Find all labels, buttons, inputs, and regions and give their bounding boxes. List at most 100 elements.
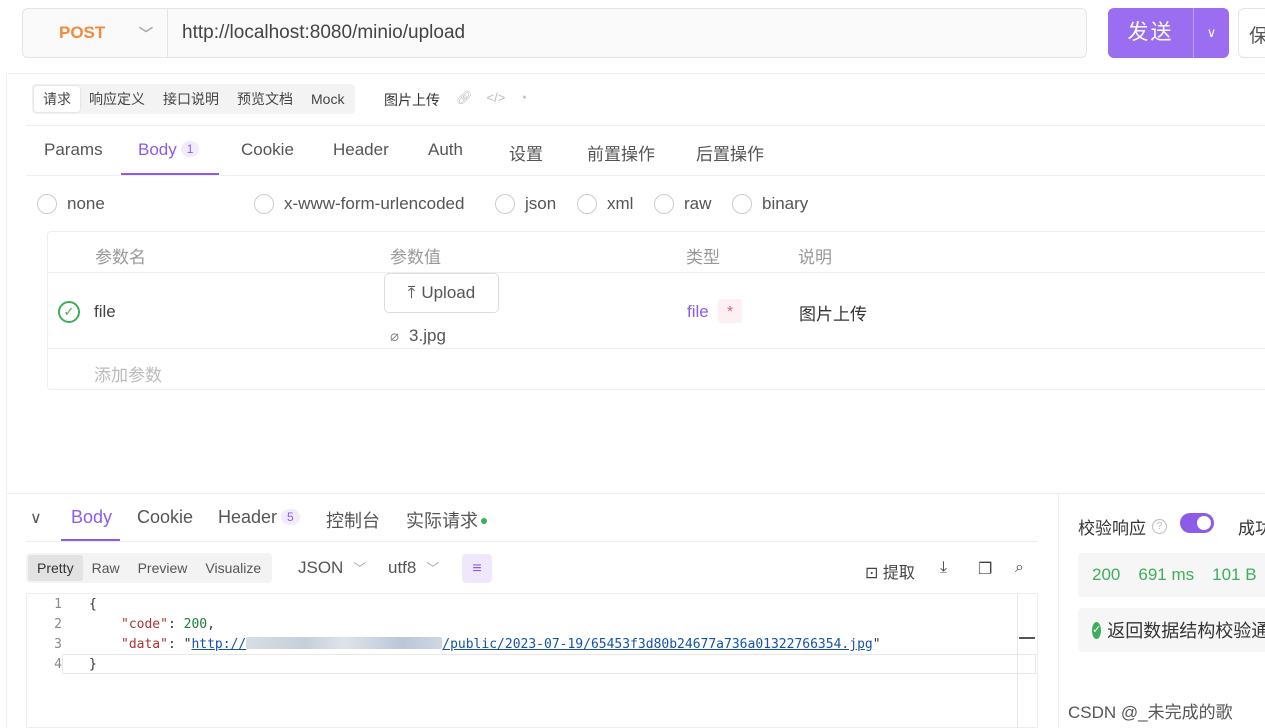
doc-tab-response-def[interactable]: 响应定义 (80, 86, 154, 112)
param-name[interactable]: file (94, 302, 116, 322)
radio-dot (254, 194, 274, 214)
view-preview[interactable]: Preview (129, 555, 197, 581)
send-label: 发送 (1108, 8, 1194, 58)
tab-pre-actions[interactable]: 前置操作 (587, 140, 655, 165)
chevron-down-icon[interactable]: ∨ (30, 508, 42, 528)
code-open-brace: { (89, 597, 97, 612)
radio-dot (577, 194, 597, 214)
chevron-down-icon: ﹀ (426, 561, 440, 576)
redacted-host (246, 637, 443, 649)
copy-icon[interactable]: ❐ (978, 559, 992, 579)
radio-label: xml (607, 194, 634, 213)
response-tab-console[interactable]: 控制台 (326, 507, 380, 533)
json-number: 200 (183, 617, 208, 632)
response-tab-cookie[interactable]: Cookie (137, 507, 193, 528)
tab-settings[interactable]: 设置 (509, 140, 543, 165)
json-url[interactable]: http:// /public/2023-07-19/65453f3d80b246… (191, 637, 873, 652)
tab-header[interactable]: Header (333, 140, 389, 160)
format-select[interactable]: JSON ﹀ (298, 558, 366, 578)
extract-button[interactable]: ⊡ 提取 (865, 559, 915, 583)
column-header-desc: 说明 (798, 248, 832, 267)
radio-none[interactable]: none (37, 194, 105, 214)
encoding-select[interactable]: utf8 ﹀ (388, 558, 439, 578)
view-pretty[interactable]: Pretty (28, 555, 83, 581)
divider (6, 73, 1265, 74)
radio-raw[interactable]: raw (654, 194, 711, 214)
tab-auth[interactable]: Auth (428, 140, 463, 160)
tab-post-actions[interactable]: 后置操作 (696, 140, 764, 165)
response-tab-header[interactable]: Header 5 (218, 507, 300, 528)
view-raw[interactable]: Raw (83, 555, 129, 581)
radio-label: none (67, 194, 105, 213)
code-line: "code": 200, (121, 617, 215, 632)
line-number: 2 (54, 617, 62, 632)
url-input[interactable]: http://localhost:8080/minio/upload (168, 22, 465, 44)
radio-label: json (525, 194, 557, 213)
divider (6, 73, 7, 728)
verify-toggle[interactable] (1180, 513, 1214, 533)
json-key: "data" (121, 637, 168, 652)
save-button[interactable]: 保 (1238, 8, 1265, 58)
doc-tab-preview-doc[interactable]: 预览文档 (228, 86, 302, 112)
divider (6, 493, 1265, 494)
validation-message: 返回数据结构校验通过 (1107, 621, 1265, 641)
api-title[interactable]: 图片上传 (384, 90, 440, 110)
column-header-value: 参数值 (390, 248, 441, 267)
url-prefix: http:// (191, 637, 247, 652)
verify-label: 校验响应 (1078, 519, 1146, 538)
radio-xml[interactable]: xml (577, 194, 633, 214)
scrollbar[interactable] (1017, 594, 1018, 728)
divider (26, 175, 1265, 176)
chevron-down-icon: ﹀ (353, 561, 367, 576)
doc-icons: 🔗︎ </> ◔ (456, 90, 527, 106)
method-select[interactable]: POST ﹀ (23, 9, 168, 57)
format-value: JSON (298, 558, 344, 577)
radio-binary[interactable]: binary (732, 194, 808, 214)
extract-label: 提取 (882, 565, 915, 582)
upload-label: Upload (421, 283, 476, 302)
method-label: POST (59, 23, 106, 42)
check-icon[interactable]: ✓ (58, 301, 80, 323)
tab-params[interactable]: Params (44, 140, 103, 160)
download-icon[interactable]: ⤓ (940, 559, 947, 577)
upload-icon: ⤒ (407, 283, 416, 302)
tab-body[interactable]: Body 1 (138, 140, 200, 160)
upload-button[interactable]: ⤒ Upload (384, 273, 499, 313)
add-param-input[interactable]: 添加参数 (94, 361, 162, 386)
radio-dot (732, 194, 752, 214)
response-stats: 200 691 ms 101 B (1078, 553, 1265, 597)
radio-label: x-www-form-urlencoded (284, 194, 465, 213)
search-icon[interactable]: ⌕ (1015, 559, 1024, 577)
required-badge[interactable]: * (718, 299, 742, 323)
param-type[interactable]: file (687, 302, 709, 322)
status-dot (481, 518, 487, 524)
radio-json[interactable]: json (495, 194, 556, 214)
send-button[interactable]: 发送 ∨ (1108, 8, 1229, 58)
param-description[interactable]: 图片上传 (799, 300, 867, 325)
doc-tab-api-desc[interactable]: 接口说明 (154, 86, 228, 112)
doc-tab-request[interactable]: 请求 (34, 86, 80, 112)
radio-label: raw (684, 194, 712, 213)
paperclip-icon: ⌀ (390, 328, 400, 345)
link-icon[interactable]: 🔗︎ (456, 90, 473, 106)
view-mode-tabs: Pretty Raw Preview Visualize (26, 553, 273, 583)
code-icon[interactable]: </> (487, 90, 506, 106)
radio-dot (37, 194, 57, 214)
view-visualize[interactable]: Visualize (196, 555, 270, 581)
extract-icon: ⊡ (865, 565, 879, 582)
verify-response: 校验响应? (1078, 514, 1167, 539)
response-tab-actual-request[interactable]: 实际请求 (406, 507, 487, 533)
tab-cookie[interactable]: Cookie (241, 140, 294, 160)
wrap-lines-icon[interactable]: ≡ (462, 554, 492, 583)
radio-x-www-form-urlencoded[interactable]: x-www-form-urlencoded (254, 194, 464, 214)
help-icon[interactable]: ? (1152, 519, 1167, 534)
tab-body-label: Body (138, 140, 177, 159)
code-close-brace: } (89, 657, 97, 672)
chevron-down-icon[interactable]: ∨ (1194, 25, 1229, 41)
radio-label: binary (762, 194, 809, 213)
doc-tab-mock[interactable]: Mock (302, 86, 353, 112)
response-tab-body[interactable]: Body (71, 507, 112, 528)
radio-dot (654, 194, 674, 214)
share-icon[interactable]: ◔ (519, 90, 527, 106)
attached-file[interactable]: ⌀ 3.jpg (390, 326, 446, 346)
